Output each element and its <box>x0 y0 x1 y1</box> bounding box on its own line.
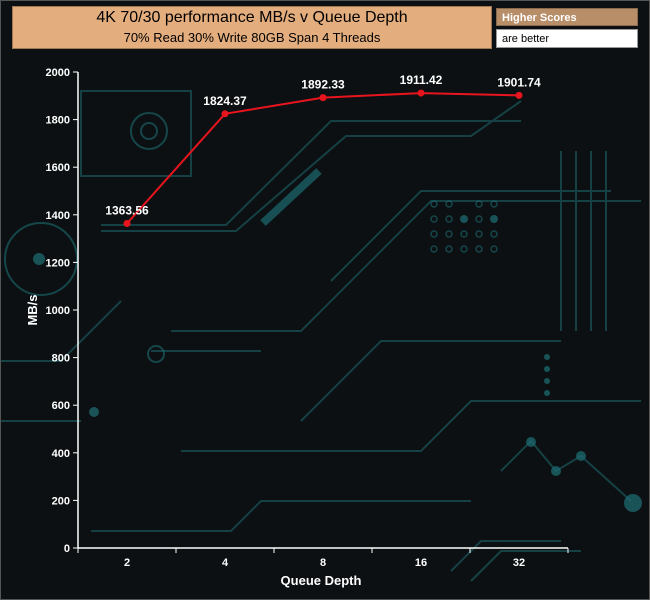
y-tick-label: 200 <box>52 495 70 507</box>
data-point <box>417 89 425 97</box>
y-tick-label: 2000 <box>46 67 70 79</box>
line-chart: 0 200 400 600 800 1000 1200 1400 1600 1800 2000 2 4… <box>25 67 569 588</box>
data-label: 1892.33 <box>301 78 345 92</box>
y-tick-label: 1400 <box>46 210 70 222</box>
y-tick-label: 400 <box>52 448 70 460</box>
data-point <box>515 91 523 99</box>
y-tick-label: 0 <box>64 543 70 555</box>
data-label: 1824.37 <box>203 94 247 108</box>
y-tick-label: 1800 <box>46 115 70 127</box>
x-tick-label: 32 <box>513 557 525 569</box>
y-tick-label: 1000 <box>46 305 70 317</box>
y-tick-label: 1600 <box>46 162 70 174</box>
data-point <box>319 94 327 102</box>
chart-frame: 4K 70/30 performance MB/s v Queue Depth … <box>0 0 650 600</box>
y-tick-label: 800 <box>52 353 70 365</box>
data-point <box>221 110 229 118</box>
x-axis-title: Queue Depth <box>281 573 362 588</box>
x-tick-label: 2 <box>124 557 130 569</box>
y-axis-title: MB/s <box>25 294 40 325</box>
y-tick-label: 600 <box>52 400 70 412</box>
y-tick-label: 1200 <box>46 257 70 269</box>
x-tick-label: 8 <box>320 557 326 569</box>
series-line <box>126 92 520 225</box>
data-point <box>123 219 131 227</box>
data-label: 1901.74 <box>497 75 541 89</box>
data-label: 1911.42 <box>400 73 443 87</box>
x-tick-label: 4 <box>222 557 229 569</box>
data-label: 1363.56 <box>105 203 149 217</box>
x-tick-label: 16 <box>415 557 427 569</box>
